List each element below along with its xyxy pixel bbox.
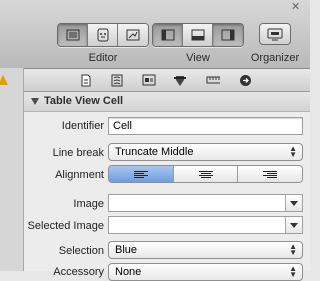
navigator-toggle-button[interactable] (153, 24, 183, 46)
section-title: Table View Cell (44, 95, 124, 107)
identity-inspector-icon (142, 74, 156, 86)
popup-arrows-icon: ▲ ▼ (289, 264, 297, 279)
connections-inspector-tab[interactable] (238, 73, 252, 87)
align-center-icon (198, 170, 213, 178)
debug-area-toggle-button[interactable] (183, 24, 213, 46)
accessory-popup[interactable]: None ▲ ▼ (108, 263, 303, 281)
popup-arrows-icon: ▲ ▼ (289, 242, 297, 257)
alignment-segmented-control (108, 165, 303, 183)
assistant-editor-button[interactable] (88, 24, 118, 46)
image-combo-box[interactable] (108, 194, 303, 212)
identity-inspector-tab[interactable] (142, 73, 156, 87)
file-inspector-tab[interactable] (79, 73, 93, 87)
close-icon[interactable]: ✕ (291, 0, 300, 13)
align-left-icon (133, 170, 148, 178)
image-label: Image (73, 198, 104, 210)
align-right-icon (263, 170, 278, 178)
organizer-label: Organizer (250, 52, 300, 64)
quick-help-icon (111, 74, 123, 86)
connections-inspector-icon (239, 74, 251, 86)
left-rail (0, 68, 24, 271)
disclosure-triangle-icon[interactable] (31, 98, 39, 105)
identifier-label: Identifier (61, 120, 104, 132)
line-break-label: Line break (52, 147, 104, 159)
view-label: View (186, 52, 210, 64)
attributes-inspector-tab[interactable] (173, 73, 187, 87)
selected-image-label: Selected Image (27, 220, 104, 232)
navigator-toggle-icon (161, 29, 174, 41)
accessory-value: None (115, 266, 142, 278)
align-right-button[interactable] (238, 166, 302, 182)
identifier-field[interactable]: Cell (108, 117, 303, 135)
size-inspector-icon (206, 76, 220, 84)
popup-arrows-icon: ▲ ▼ (289, 144, 297, 159)
selection-value: Blue (115, 244, 138, 256)
line-break-popup[interactable]: Truncate Middle ▲ ▼ (108, 143, 303, 161)
line-break-value: Truncate Middle (115, 146, 194, 158)
accessory-label: Accessory (53, 266, 104, 278)
warning-icon (0, 75, 8, 85)
utilities-toggle-icon (221, 29, 235, 41)
version-editor-button[interactable] (118, 24, 148, 46)
chevron-down-icon (290, 200, 298, 206)
align-center-button[interactable] (173, 166, 239, 182)
selection-popup[interactable]: Blue ▲ ▼ (108, 241, 303, 259)
alignment-label: Alignment (55, 169, 104, 181)
standard-editor-icon (66, 29, 79, 41)
editor-segmented-control (57, 23, 149, 47)
editor-label: Editor (88, 52, 118, 64)
file-inspector-icon (81, 74, 91, 86)
view-segmented-control (152, 23, 244, 47)
image-dropdown-button[interactable] (285, 195, 302, 211)
version-editor-icon (126, 29, 140, 41)
assistant-editor-icon (97, 28, 108, 42)
chevron-down-icon (290, 222, 298, 228)
utilities-toggle-button[interactable] (213, 24, 243, 46)
align-left-button[interactable] (109, 166, 174, 182)
organizer-icon (267, 28, 283, 40)
selection-label: Selection (58, 245, 104, 257)
organizer-button[interactable] (259, 23, 291, 45)
selected-image-combo-box[interactable] (108, 216, 303, 234)
debug-area-toggle-icon (191, 29, 204, 41)
attributes-inspector-icon (174, 75, 186, 86)
size-inspector-tab[interactable] (206, 73, 220, 87)
standard-editor-button[interactable] (58, 24, 88, 46)
selected-image-dropdown-button[interactable] (285, 217, 302, 233)
quick-help-tab[interactable] (110, 73, 124, 87)
